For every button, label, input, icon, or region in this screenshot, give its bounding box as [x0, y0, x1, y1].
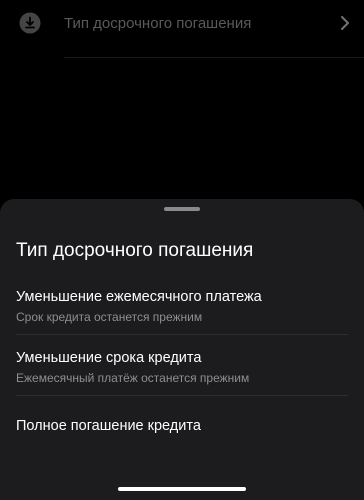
bottom-sheet: Тип досрочного погашения Уменьшение ежем…: [0, 199, 364, 500]
home-indicator[interactable]: [118, 487, 246, 491]
sheet-title: Тип досрочного погашения: [16, 240, 254, 261]
option-title: Полное погашение кредита: [16, 418, 201, 434]
download-icon: [19, 12, 41, 34]
option-divider: [16, 395, 348, 396]
background-divider: [64, 57, 364, 58]
option-divider: [16, 334, 348, 335]
option-title: Уменьшение срока кредита: [16, 350, 202, 366]
option-reduce-monthly-payment[interactable]: Уменьшение ежемесячного платежа Срок кре…: [0, 283, 364, 333]
option-reduce-loan-term[interactable]: Уменьшение срока кредита Ежемесячный пла…: [0, 344, 364, 394]
option-subtitle: Ежемесячный платёж останется прежним: [16, 371, 250, 385]
option-title: Уменьшение ежемесячного платежа: [16, 289, 262, 305]
background-row-prepayment-type: Тип досрочного погашения: [0, 0, 364, 52]
option-full-repayment[interactable]: Полное погашение кредита: [0, 406, 364, 446]
background-row-label: Тип досрочного погашения: [64, 15, 252, 32]
chevron-right-icon: [338, 15, 352, 31]
sheet-grabber-handle[interactable]: [164, 207, 200, 211]
option-subtitle: Срок кредита останется прежним: [16, 310, 203, 324]
